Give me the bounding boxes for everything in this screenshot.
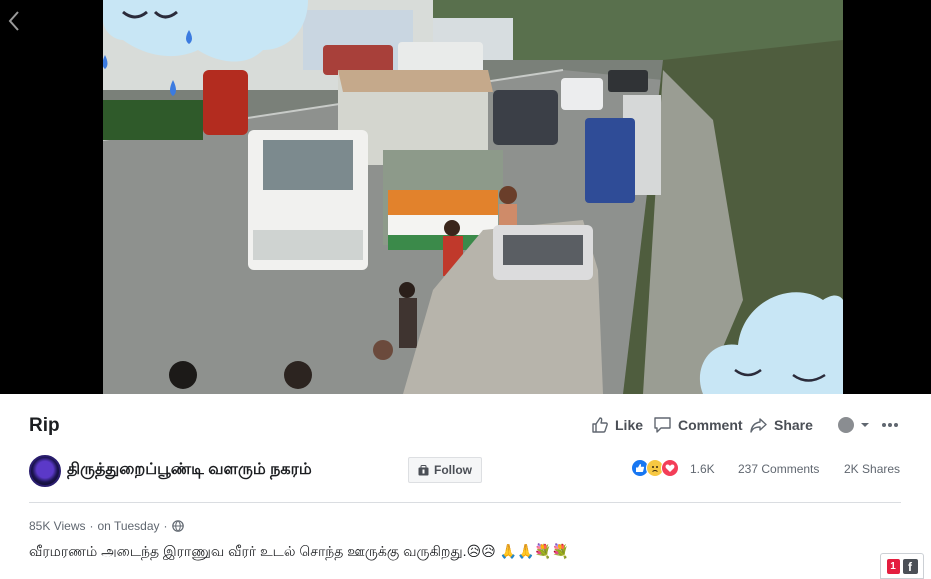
- comment-icon: [654, 417, 671, 433]
- back-button[interactable]: [4, 8, 24, 34]
- share-button[interactable]: Share: [749, 413, 813, 437]
- page-name-link[interactable]: திருத்துறைப்பூண்டி வளரும் நகரம்: [67, 460, 312, 480]
- comment-label: Comment: [678, 417, 743, 433]
- meta-separator-2: ·: [163, 519, 168, 533]
- video-player[interactable]: [0, 0, 931, 394]
- reactions-summary[interactable]: [631, 458, 679, 478]
- title-row: Rip Like Comment Share: [29, 413, 901, 439]
- follow-icon: [418, 464, 429, 475]
- caret-down-icon: [861, 423, 869, 427]
- follow-label: Follow: [434, 463, 472, 477]
- divider: [29, 502, 901, 503]
- facebook-logo-icon: f: [902, 558, 918, 574]
- video-title: Rip: [29, 415, 60, 436]
- post-date[interactable]: on Tuesday: [97, 519, 159, 533]
- thumbs-up-icon: [592, 417, 608, 433]
- like-label: Like: [615, 417, 644, 433]
- globe-icon[interactable]: [171, 520, 184, 532]
- love-icon: [661, 459, 679, 477]
- meta-separator: ·: [89, 519, 94, 533]
- page-info-row: திருத்துறைப்பூண்டி வளரும் நகரம் Follow 1…: [29, 454, 901, 487]
- share-as-selector[interactable]: [838, 413, 870, 437]
- share-label: Share: [774, 417, 813, 433]
- facebook-notification-badge[interactable]: 1 f: [880, 553, 924, 579]
- like-button[interactable]: Like: [591, 413, 643, 437]
- post-caption: வீரமரணம் அடைந்த இராணுவ வீரர் உடல் சொந்த …: [29, 543, 570, 559]
- follow-button[interactable]: Follow: [408, 457, 482, 483]
- more-options-button[interactable]: [881, 413, 899, 437]
- reactions-count[interactable]: 1.6K: [690, 462, 715, 476]
- profile-avatar-icon: [838, 417, 854, 433]
- page-avatar[interactable]: [29, 455, 61, 487]
- video-frame[interactable]: [103, 0, 843, 394]
- share-icon: [750, 418, 767, 433]
- comments-count[interactable]: 237 Comments: [738, 462, 819, 476]
- post-meta: 85K Views · on Tuesday ·: [29, 519, 184, 533]
- video-scene-image: [103, 0, 843, 394]
- views-count: 85K Views: [29, 519, 86, 533]
- shares-count[interactable]: 2K Shares: [844, 462, 900, 476]
- chevron-left-icon: [8, 11, 19, 31]
- comment-button[interactable]: Comment: [653, 413, 743, 437]
- notification-count: 1: [886, 558, 900, 574]
- more-dots-icon: [882, 423, 898, 427]
